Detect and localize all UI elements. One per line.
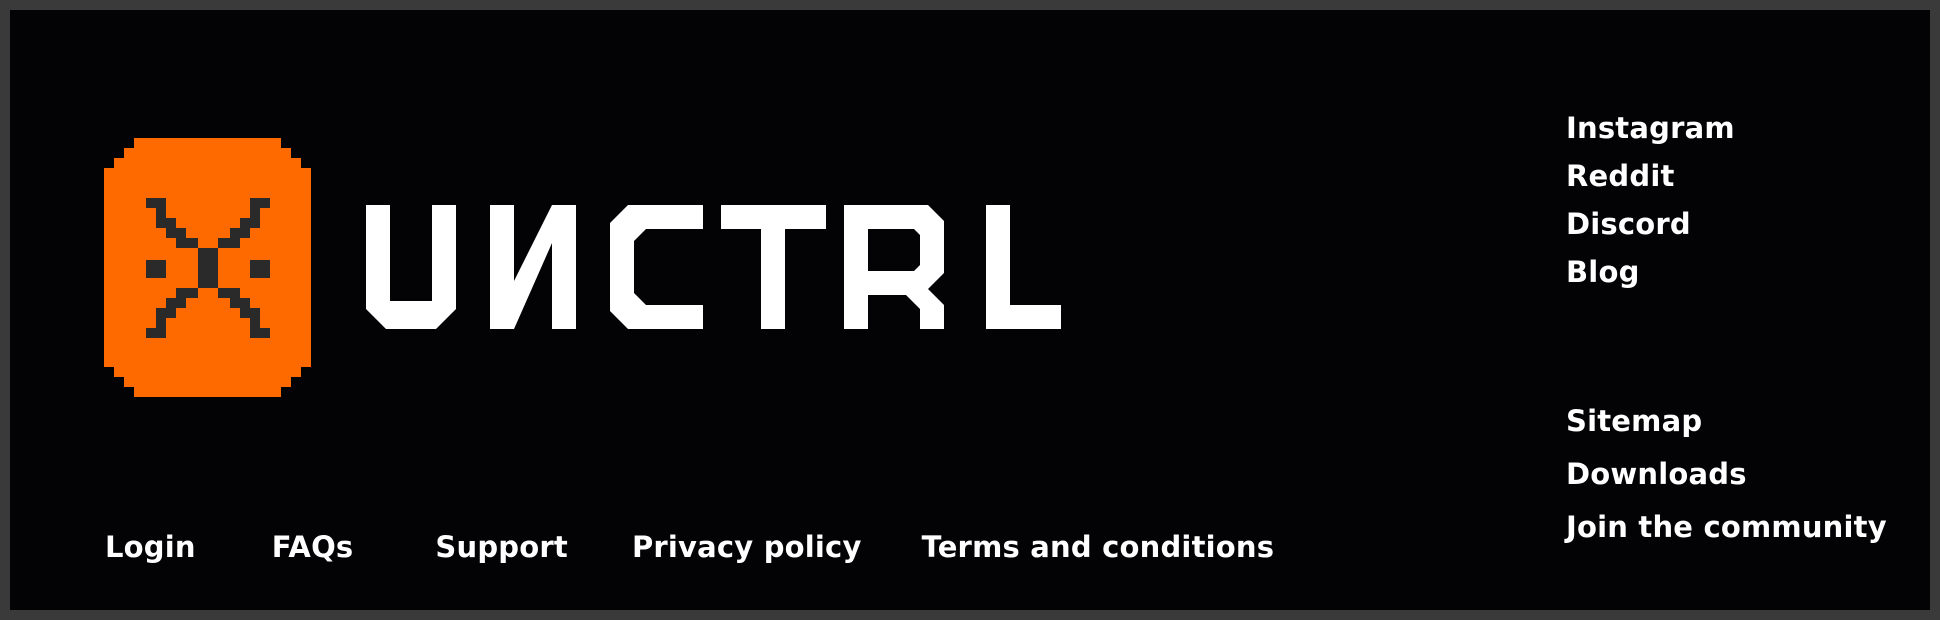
social-links: Instagram Reddit Discord Blog (1566, 114, 1735, 306)
extra-links: Sitemap Downloads Join the community (1566, 407, 1887, 566)
brand-wordmark[interactable] (366, 205, 1061, 329)
site-footer: Instagram Reddit Discord Blog Sitemap Do… (10, 10, 1930, 610)
footer-links: Login FAQs Support Privacy policy Terms … (105, 533, 1274, 562)
reddit-link[interactable]: Reddit (1566, 162, 1735, 191)
blog-link[interactable]: Blog (1566, 258, 1735, 287)
sitemap-link[interactable]: Sitemap (1566, 407, 1887, 436)
join-community-link[interactable]: Join the community (1566, 513, 1887, 542)
privacy-policy-link[interactable]: Privacy policy (632, 533, 862, 562)
terms-and-conditions-link[interactable]: Terms and conditions (922, 533, 1275, 562)
discord-link[interactable]: Discord (1566, 210, 1735, 239)
downloads-link[interactable]: Downloads (1566, 460, 1887, 489)
instagram-link[interactable]: Instagram (1566, 114, 1735, 143)
login-link[interactable]: Login (105, 533, 196, 562)
pixel-x-icon[interactable] (104, 138, 311, 397)
faqs-link[interactable]: FAQs (272, 533, 354, 562)
support-link[interactable]: Support (435, 533, 568, 562)
